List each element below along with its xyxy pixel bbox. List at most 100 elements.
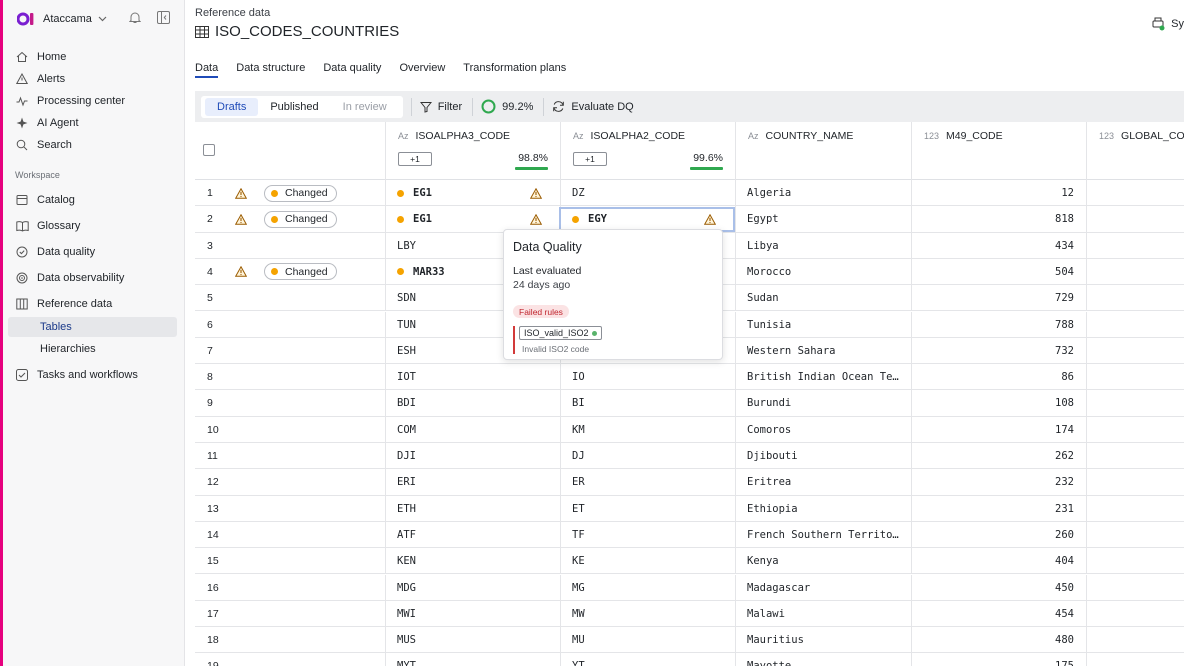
table-row[interactable]: 16 MDG MG Madagascar 450 — [195, 574, 1184, 601]
cell-m49-code[interactable]: 788 — [911, 312, 1074, 338]
table-row[interactable]: 15 KEN KE Kenya 404 — [195, 548, 1184, 575]
cell-m49-code[interactable]: 232 — [911, 469, 1074, 495]
cell-country-name[interactable]: Malawi — [747, 601, 907, 627]
sidebar-subitem-hierarchies[interactable]: Hierarchies — [8, 339, 177, 359]
tab-data-quality[interactable]: Data quality — [323, 62, 381, 78]
table-row[interactable]: 9 BDI BI Burundi 108 — [195, 390, 1184, 417]
sidebar-item-catalog[interactable]: Catalog — [3, 187, 185, 213]
cell-m49-code[interactable]: 504 — [911, 259, 1074, 285]
cell-country-name[interactable]: Madagascar — [747, 575, 907, 601]
sidebar-item-search[interactable]: Search — [3, 134, 185, 156]
segment-in-review[interactable]: In review — [331, 98, 399, 116]
extra-rules-pill[interactable]: +1 — [573, 152, 607, 166]
cell-country-name[interactable]: Sudan — [747, 285, 907, 311]
cell-isoalpha3[interactable]: ATF — [397, 522, 557, 548]
cell-isoalpha2[interactable]: MW — [572, 601, 732, 627]
cell-isoalpha2[interactable]: KM — [572, 417, 732, 443]
cell-isoalpha2[interactable]: MG — [572, 575, 732, 601]
column-header-country-name[interactable]: Az COUNTRY_NAME — [735, 122, 911, 180]
cell-isoalpha2[interactable]: BI — [572, 390, 732, 416]
cell-country-name[interactable]: Tunisia — [747, 312, 907, 338]
cell-m49-code[interactable]: 450 — [911, 575, 1074, 601]
select-all-checkbox[interactable] — [203, 144, 215, 156]
cell-country-name[interactable]: Mayotte — [747, 653, 907, 666]
cell-isoalpha2[interactable]: ER — [572, 469, 732, 495]
bell-icon[interactable] — [129, 11, 141, 24]
cell-isoalpha2[interactable]: YT — [572, 653, 732, 666]
cell-country-name[interactable]: French Southern Territo… — [747, 522, 907, 548]
table-row[interactable]: 8 IOT IO British Indian Ocean Te… 86 — [195, 364, 1184, 391]
cell-m49-code[interactable]: 732 — [911, 338, 1074, 364]
cell-isoalpha3[interactable]: IOT — [397, 364, 557, 390]
cell-country-name[interactable]: Kenya — [747, 548, 907, 574]
cell-country-name[interactable]: Ethiopia — [747, 496, 907, 522]
cell-m49-code[interactable]: 174 — [911, 417, 1074, 443]
cell-m49-code[interactable]: 404 — [911, 548, 1074, 574]
column-header-global-code[interactable]: 123 GLOBAL_COD — [1086, 122, 1184, 180]
cell-m49-code[interactable]: 12 — [911, 180, 1074, 206]
column-header-isoalpha2[interactable]: Az ISOALPHA2_CODE +1 99.6% — [560, 122, 735, 180]
table-row[interactable]: 11 DJI DJ Djibouti 262 — [195, 443, 1184, 470]
cell-country-name[interactable]: Mauritius — [747, 627, 907, 653]
sidebar-item-data-observability[interactable]: Data observability — [3, 265, 185, 291]
cell-m49-code[interactable]: 86 — [911, 364, 1074, 390]
cell-m49-code[interactable]: 818 — [911, 206, 1074, 232]
cell-country-name[interactable]: Algeria — [747, 180, 907, 206]
cell-m49-code[interactable]: 175 — [911, 653, 1074, 666]
table-row[interactable]: 12 ERI ER Eritrea 232 — [195, 469, 1184, 496]
rule-chip[interactable]: ISO_valid_ISO2 — [519, 326, 602, 340]
cell-isoalpha2[interactable]: ET — [572, 496, 732, 522]
cell-country-name[interactable]: Eritrea — [747, 469, 907, 495]
cell-isoalpha3[interactable]: BDI — [397, 390, 557, 416]
sidebar-item-tasks[interactable]: Tasks and workflows — [3, 364, 185, 386]
column-header-m49-code[interactable]: 123 M49_CODE — [911, 122, 1086, 180]
table-row[interactable]: 19 MYT YT Mayotte 175 — [195, 653, 1184, 666]
cell-m49-code[interactable]: 434 — [911, 233, 1074, 259]
tab-data[interactable]: Data — [195, 62, 219, 78]
cell-m49-code[interactable]: 262 — [911, 443, 1074, 469]
column-header-isoalpha3[interactable]: Az ISOALPHA3_CODE +1 98.8% — [385, 122, 560, 180]
sidebar-item-data-quality[interactable]: Data quality — [3, 239, 185, 265]
filter-button[interactable]: Filter — [419, 101, 462, 113]
table-row[interactable]: 10 COM KM Comoros 174 — [195, 416, 1184, 443]
top-right-action[interactable]: Sy — [1151, 17, 1184, 31]
sidebar-item-processing-center[interactable]: Processing center — [3, 90, 185, 112]
evaluate-dq-button[interactable]: Evaluate DQ — [552, 100, 634, 113]
cell-isoalpha2[interactable]: DJ — [572, 443, 732, 469]
table-row[interactable]: 14 ATF TF French Southern Territo… 260 — [195, 521, 1184, 549]
sidebar-item-home[interactable]: Home — [3, 46, 185, 68]
cell-country-name[interactable]: Comoros — [747, 417, 907, 443]
cell-isoalpha2[interactable]: TF — [572, 522, 732, 548]
sidebar-item-alerts[interactable]: Alerts — [3, 68, 185, 90]
tab-transformation-plans[interactable]: Transformation plans — [463, 62, 566, 78]
cell-m49-code[interactable]: 260 — [911, 522, 1074, 548]
cell-isoalpha3[interactable]: COM — [397, 417, 557, 443]
cell-isoalpha3[interactable]: MWI — [397, 601, 557, 627]
tab-data-structure[interactable]: Data structure — [236, 62, 305, 78]
cell-m49-code[interactable]: 729 — [911, 285, 1074, 311]
cell-isoalpha3[interactable]: MUS — [397, 627, 557, 653]
cell-isoalpha2[interactable]: KE — [572, 548, 732, 574]
cell-isoalpha2[interactable]: IO — [572, 364, 732, 390]
cell-country-name[interactable]: Western Sahara — [747, 338, 907, 364]
breadcrumb[interactable]: Reference data — [195, 7, 270, 19]
cell-isoalpha3[interactable]: DJI — [397, 443, 557, 469]
cell-isoalpha2[interactable]: MU — [572, 627, 732, 653]
cell-isoalpha3[interactable]: ERI — [397, 469, 557, 495]
table-row[interactable]: 17 MWI MW Malawi 454 — [195, 600, 1184, 628]
cell-isoalpha3[interactable]: MYT — [397, 653, 557, 666]
cell-country-name[interactable]: Djibouti — [747, 443, 907, 469]
cell-country-name[interactable]: Morocco — [747, 259, 907, 285]
cell-isoalpha3[interactable]: KEN — [397, 548, 557, 574]
cell-country-name[interactable]: Libya — [747, 233, 907, 259]
cell-isoalpha2[interactable]: DZ — [572, 180, 732, 206]
cell-m49-code[interactable]: 231 — [911, 496, 1074, 522]
tab-overview[interactable]: Overview — [399, 62, 445, 78]
cell-m49-code[interactable]: 454 — [911, 601, 1074, 627]
quality-score[interactable]: 99.2% — [481, 99, 533, 114]
sidebar-item-glossary[interactable]: Glossary — [3, 213, 185, 239]
workspace-switcher[interactable]: Ataccama — [16, 10, 107, 28]
table-row[interactable]: 1 Changed EG1 DZ Algeria 12 — [195, 180, 1184, 207]
cell-country-name[interactable]: British Indian Ocean Te… — [747, 364, 907, 390]
sidebar-subitem-tables[interactable]: Tables — [8, 317, 177, 337]
